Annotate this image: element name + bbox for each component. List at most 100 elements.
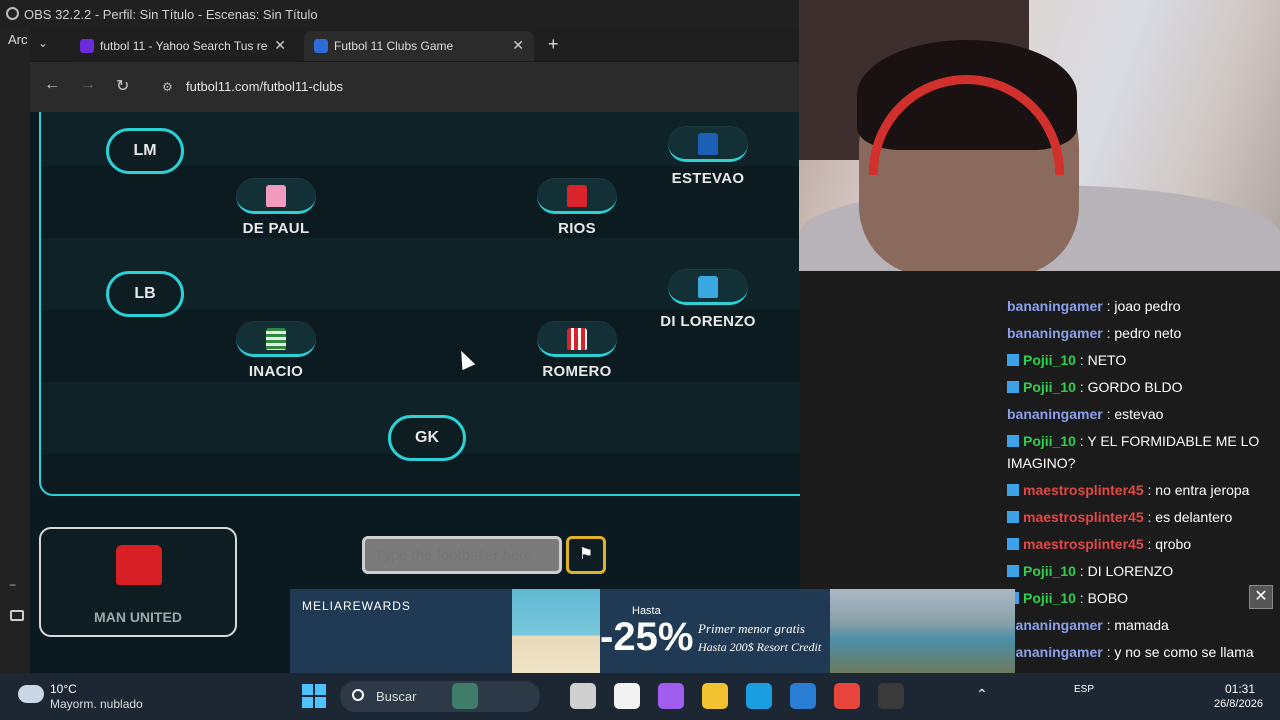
club-name: MAN UNITED <box>94 609 182 625</box>
obs-left-label: Arc <box>8 32 28 47</box>
chevron-up-icon[interactable]: ⌃ <box>976 686 988 703</box>
chat-badge-icon <box>1007 435 1019 447</box>
player-slot-inacio[interactable] <box>236 321 316 357</box>
cloud-icon[interactable] <box>18 685 44 703</box>
close-icon[interactable]: ✕ <box>512 37 524 54</box>
tab-label: futbol 11 - Yahoo Search Tus re <box>100 39 268 53</box>
search-icon <box>352 689 364 701</box>
chat-message: Pojii_10 : BOBO <box>1007 587 1277 609</box>
browser-address-bar: ← → ↻ ⚙ futbol11.com/futbol11-clubs <box>30 62 800 112</box>
chat-message: bananingamer : mamada <box>1007 614 1277 636</box>
chat-message: bananingamer : y no se como se llama <box>1007 641 1277 663</box>
give-up-flag-button[interactable]: ⚑ <box>566 536 606 574</box>
chat-message: Pojii_10 : Y EL FORMIDABLE ME LO IMAGINO… <box>1007 430 1277 474</box>
chat-badge-icon <box>1007 484 1019 496</box>
chat-message: maestrosplinter45 : no entra jeropa <box>1007 479 1277 501</box>
obs-window-title: OBS 32.2.2 - Perfil: Sin Título - Escena… <box>0 0 800 28</box>
chat-message: Pojii_10 : DI LORENZO <box>1007 560 1277 582</box>
club-card: MAN UNITED <box>39 527 237 637</box>
explorer-icon[interactable] <box>702 683 728 709</box>
player-slot-rios[interactable] <box>537 178 617 214</box>
formation-pitch: LM LB GK ESTEVAO DE PAUL RIOS DI LORENZO… <box>39 112 800 496</box>
chat-text: NETO <box>1087 352 1127 368</box>
language-indicator[interactable]: ESP <box>1074 684 1094 695</box>
ad-offer-panel: Hasta -25% Primer menor gratis Hasta 200… <box>600 589 830 673</box>
shirt-icon <box>567 185 587 207</box>
chat-message: bananingamer : joao pedro <box>1007 295 1277 317</box>
site-info-icon[interactable]: ⚙ <box>162 80 173 94</box>
url-field[interactable]: ⚙ futbol11.com/futbol11-clubs <box>150 70 790 104</box>
player-name: ROMERO <box>542 363 612 380</box>
back-arrow-icon[interactable]: ← <box>44 76 60 94</box>
new-tab-button[interactable]: + <box>548 34 559 55</box>
forward-arrow-icon[interactable]: → <box>80 76 96 94</box>
clock-time[interactable]: 01:31 <box>1225 682 1255 696</box>
chat-text: joao pedro <box>1114 298 1181 314</box>
m365-icon[interactable] <box>658 683 684 709</box>
ad-promo-line2: Hasta 200$ Resort Credit <box>698 640 822 654</box>
player-slot-estevao[interactable] <box>668 126 748 162</box>
close-icon[interactable]: ✕ <box>274 37 286 54</box>
store-icon[interactable] <box>790 683 816 709</box>
player-name: INACIO <box>248 363 304 380</box>
weather-temperature[interactable]: 10°C <box>50 682 77 696</box>
player-slot-di-lorenzo[interactable] <box>668 269 748 305</box>
windows-start-button[interactable] <box>302 684 326 708</box>
tab-futbol11-clubs[interactable]: Futbol 11 Clubs Game ✕ <box>304 31 534 61</box>
chat-separator: : <box>1143 536 1156 552</box>
obs-side-tools: − <box>0 570 30 670</box>
ad-discount: -25% <box>600 615 694 659</box>
position-lb[interactable]: LB <box>106 271 184 317</box>
windows-taskbar: 10°C Mayorm. nublado Buscar ⌃ ESP 01:31 … <box>0 673 1280 720</box>
file-icon[interactable] <box>614 683 640 709</box>
chat-badge-icon <box>1007 565 1019 577</box>
position-lm[interactable]: LM <box>106 128 184 174</box>
ad-close-button[interactable]: ✕ <box>1249 585 1273 609</box>
chat-separator: : <box>1143 482 1156 498</box>
chat-separator: : <box>1102 406 1115 422</box>
shirt-icon <box>266 328 286 350</box>
camera-icon[interactable] <box>10 610 24 621</box>
weather-description[interactable]: Mayorm. nublado <box>50 697 143 711</box>
chat-separator: : <box>1075 563 1088 579</box>
webcam-feed <box>799 0 1280 271</box>
position-gk[interactable]: GK <box>388 415 466 461</box>
yahoo-favicon-icon <box>80 39 94 53</box>
chat-text: DI LORENZO <box>1087 563 1174 579</box>
player-slot-de-paul[interactable] <box>236 178 316 214</box>
chrome-icon[interactable] <box>834 683 860 709</box>
chat-message: maestrosplinter45 : es delantero <box>1007 506 1277 528</box>
chat-message: maestrosplinter45 : qrobo <box>1007 533 1277 555</box>
chat-text: mamada <box>1114 617 1169 633</box>
futbol11-favicon-icon <box>314 39 328 53</box>
obs-logo-icon <box>6 7 19 20</box>
shirt-icon <box>698 276 718 298</box>
task-view-icon[interactable] <box>570 683 596 709</box>
chat-username: bananingamer <box>1007 325 1103 341</box>
chat-username: bananingamer <box>1007 617 1103 633</box>
chat-badge-icon <box>1007 381 1019 393</box>
ad-banner[interactable]: MELIAREWARDS Hasta -25% Primer menor gra… <box>290 589 1015 673</box>
taskbar-search[interactable]: Buscar <box>340 681 540 712</box>
tab-yahoo-search[interactable]: futbol 11 - Yahoo Search Tus re ✕ <box>70 31 296 61</box>
chat-text: pedro neto <box>1114 325 1182 341</box>
reload-icon[interactable]: ↻ <box>116 76 129 96</box>
ad-promo-line1: Primer menor gratis <box>698 621 805 636</box>
player-slot-romero[interactable] <box>537 321 617 357</box>
widgets-app-icon[interactable] <box>452 683 478 709</box>
chat-username: Pojii_10 <box>1023 352 1076 368</box>
tab-label: Futbol 11 Clubs Game <box>334 39 454 53</box>
clock-date[interactable]: 26/8/2026 <box>1214 698 1263 710</box>
chat-username: bananingamer <box>1007 298 1103 314</box>
player-name: DE PAUL <box>242 220 310 237</box>
chat-separator: : <box>1075 379 1088 395</box>
minus-icon[interactable]: − <box>9 578 16 592</box>
edge-icon[interactable] <box>746 683 772 709</box>
stream-chat: bananingamer : joao pedro bananingamer : … <box>1000 271 1280 673</box>
chat-separator: : <box>1075 433 1088 449</box>
obs-icon[interactable] <box>878 683 904 709</box>
player-name: ESTEVAO <box>671 170 745 187</box>
tab-search-icon[interactable]: ⌄ <box>38 36 48 50</box>
footballer-guess-input[interactable] <box>362 536 562 574</box>
chat-text: BOBO <box>1087 590 1129 606</box>
